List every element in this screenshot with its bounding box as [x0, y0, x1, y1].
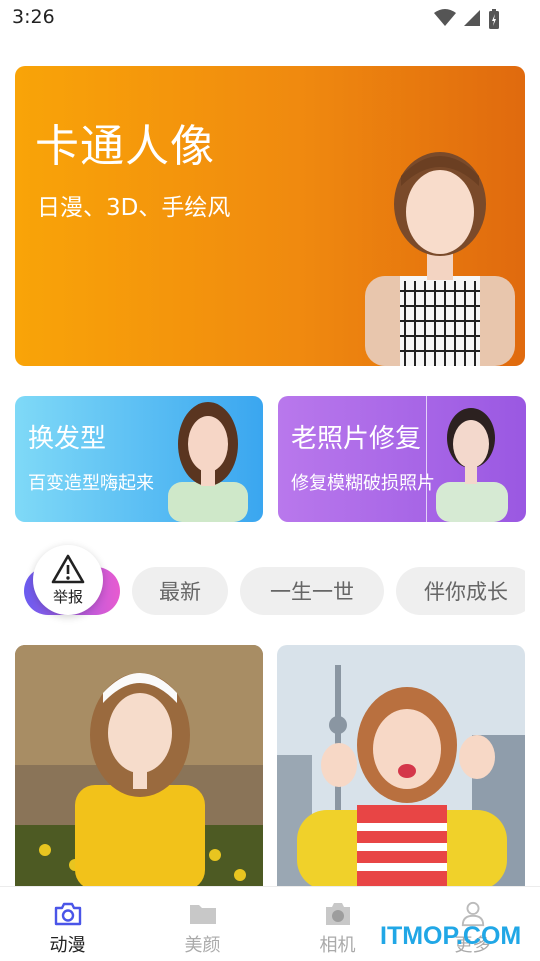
girl-waving-city-image: [277, 645, 525, 890]
card-title: 换发型: [28, 424, 107, 454]
tag-growing-up[interactable]: 伴你成长: [396, 567, 525, 615]
signal-icon: [464, 10, 480, 26]
hero-title: 卡通人像: [35, 121, 215, 172]
change-hairstyle-card[interactable]: 换发型 百变造型嗨起来: [15, 396, 263, 522]
warning-icon: [51, 554, 85, 583]
site-watermark: ITMOP.COM: [380, 922, 522, 950]
girl-white-cap-image: [15, 645, 263, 890]
tab-anime[interactable]: 动漫: [0, 887, 135, 961]
cartoon-portrait-banner[interactable]: 卡通人像 日漫、3D、手绘风: [15, 66, 525, 366]
status-icons: [434, 8, 500, 30]
folder-icon: [189, 905, 216, 924]
tag-lifetime[interactable]: 一生一世: [240, 567, 384, 615]
photo-tile[interactable]: [15, 645, 263, 890]
card-subtitle: 百变造型嗨起来: [28, 473, 154, 494]
status-bar: 3:26: [0, 0, 540, 40]
card-title: 老照片修复: [291, 424, 422, 454]
battery-icon: [489, 9, 499, 29]
card-subtitle: 修复模糊破损照片: [291, 473, 435, 494]
report-label: 举报: [52, 587, 83, 606]
tab-label: 动漫: [49, 935, 86, 956]
photo-tile[interactable]: [277, 645, 525, 890]
old-photo-repair-card[interactable]: 老照片修复 修复模糊破损照片: [278, 396, 526, 522]
tab-beauty[interactable]: 美颜: [135, 887, 270, 961]
tab-label: 美颜: [184, 935, 221, 956]
hero-subtitle: 日漫、3D、手绘风: [37, 195, 231, 221]
status-time: 3:26: [12, 6, 55, 28]
report-button[interactable]: 举报: [33, 545, 103, 615]
tab-label: 相机: [319, 935, 356, 956]
wifi-icon: [434, 9, 456, 26]
camera-icon: [325, 903, 350, 925]
camera-icon: [54, 902, 81, 926]
hero-portrait-image: [365, 152, 515, 366]
hairstyle-portrait-image: [168, 402, 248, 522]
repaired-portrait-image: [426, 396, 508, 522]
tag-latest[interactable]: 最新: [132, 567, 228, 615]
